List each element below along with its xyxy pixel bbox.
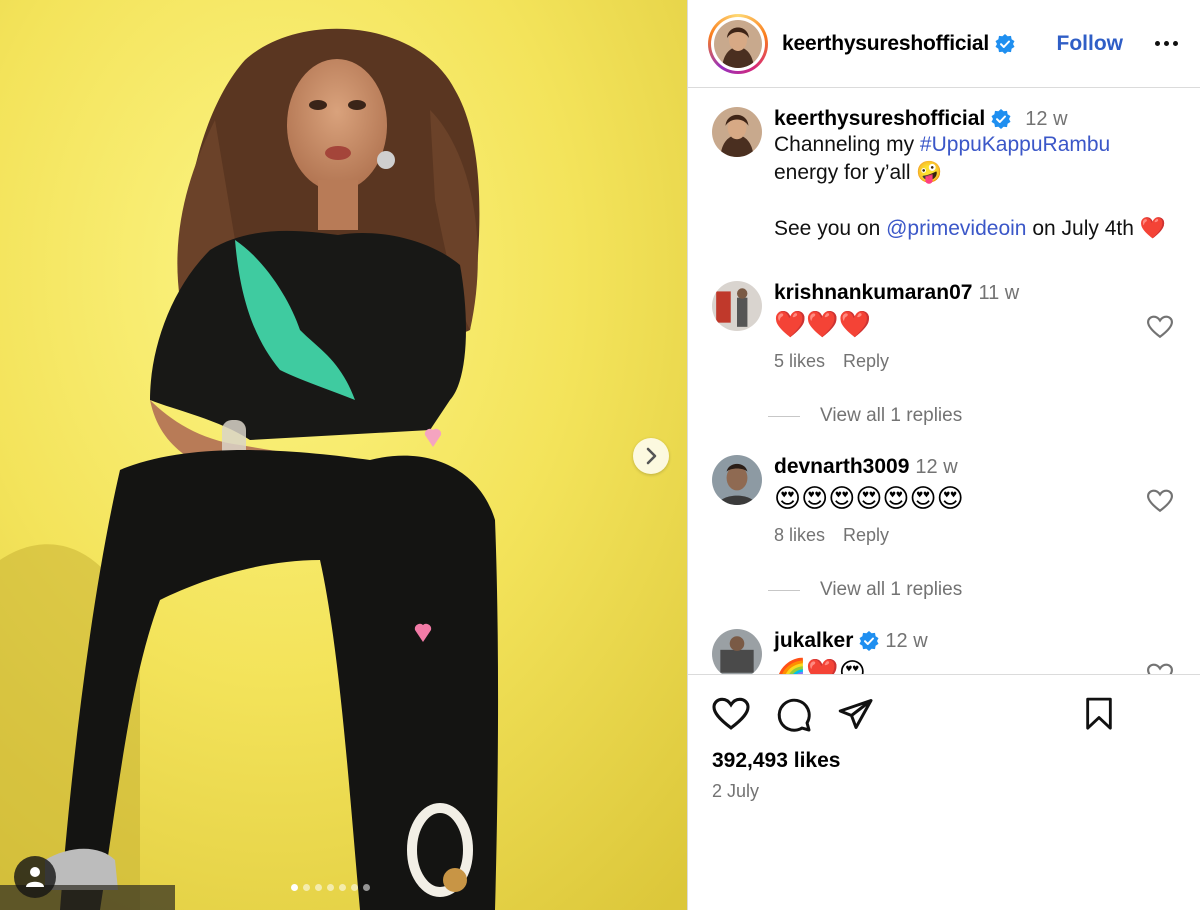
post-header: keerthysureshofficial Follow xyxy=(688,0,1200,88)
caption-time[interactable]: 12 w xyxy=(1025,108,1067,131)
post-side-panel: keerthysureshofficial Follow keerthysure… xyxy=(687,0,1200,910)
view-replies[interactable]: View all 1 replies xyxy=(768,579,962,601)
heart-icon[interactable] xyxy=(712,697,750,731)
commenter-avatar[interactable] xyxy=(712,455,762,505)
comment: jukalker 12 w 🌈❤️😍 xyxy=(712,629,1184,674)
comment-likes[interactable]: 8 likes xyxy=(774,525,825,546)
comment-icon[interactable] xyxy=(776,697,812,733)
instagram-post: keerthysureshofficial Follow keerthysure… xyxy=(0,0,1200,910)
more-icon[interactable] xyxy=(1155,33,1178,54)
view-replies-label[interactable]: View all 1 replies xyxy=(820,405,962,427)
comment-likes[interactable]: 5 likes xyxy=(774,351,825,372)
author-username[interactable]: keerthysureshofficial xyxy=(782,32,989,56)
author-story-ring[interactable] xyxy=(708,13,768,74)
caption-line: energy for y’all 🤪 xyxy=(774,161,943,184)
comment-text: 😍😍😍😍😍😍😍 xyxy=(774,483,964,513)
caption-text-part: See you on xyxy=(774,217,887,240)
hashtag-link[interactable]: #UppuKappuRambu xyxy=(920,133,1110,156)
reply-button[interactable]: Reply xyxy=(843,351,889,372)
commenter-avatar[interactable] xyxy=(712,629,762,674)
post-photo[interactable] xyxy=(0,0,687,910)
carousel-indicator xyxy=(291,884,370,891)
carousel-dot xyxy=(351,884,358,891)
carousel-dot xyxy=(315,884,322,891)
mention-link[interactable]: @primevideoin xyxy=(886,217,1026,240)
comment: krishnankumaran07 11 w ❤️❤️❤️ 5 likes Rep… xyxy=(712,281,1184,372)
carousel-dot xyxy=(363,884,370,891)
carousel-dot xyxy=(339,884,346,891)
chevron-right-icon xyxy=(646,447,657,465)
verified-badge-icon xyxy=(859,631,879,651)
comment-time[interactable]: 12 w xyxy=(885,630,927,653)
view-replies[interactable]: View all 1 replies xyxy=(768,405,962,427)
bookmark-icon[interactable] xyxy=(1084,697,1114,731)
verified-badge-icon xyxy=(995,33,1015,54)
comment-time[interactable]: 12 w xyxy=(915,456,957,478)
comment-text: ❤️❤️❤️ xyxy=(774,309,872,339)
likes-count[interactable]: 392,493 likes xyxy=(712,749,840,773)
share-icon[interactable] xyxy=(838,697,874,731)
carousel-dot xyxy=(327,884,334,891)
caption: keerthysureshofficial 12 w Channeling my… xyxy=(712,107,1184,243)
verified-badge-icon xyxy=(991,109,1011,129)
comment: devnarth3009 12 w 😍😍😍😍😍😍😍 8 likes Reply xyxy=(712,455,1184,546)
post-actions: 392,493 likes 2 July xyxy=(688,674,1200,910)
comment-username[interactable]: devnarth3009 xyxy=(774,455,909,478)
user-tag-icon xyxy=(26,867,44,887)
commenter-avatar[interactable] xyxy=(712,281,762,331)
carousel-dot xyxy=(303,884,310,891)
reply-button[interactable]: Reply xyxy=(843,525,889,546)
caption-text-part: on July 4th ❤️ xyxy=(1026,217,1166,240)
heart-icon[interactable] xyxy=(1147,489,1173,513)
follow-button[interactable]: Follow xyxy=(1057,32,1124,56)
comment-time[interactable]: 11 w xyxy=(978,282,1019,304)
post-image xyxy=(0,0,687,910)
carousel-dot xyxy=(291,884,298,891)
comments-section[interactable]: keerthysureshofficial 12 w Channeling my… xyxy=(688,89,1200,674)
tagged-users-button[interactable] xyxy=(14,856,56,898)
comment-text: 🌈❤️😍 xyxy=(774,657,866,674)
caption-text-part: Channeling my xyxy=(774,133,920,156)
view-replies-label[interactable]: View all 1 replies xyxy=(820,579,962,601)
heart-icon[interactable] xyxy=(1147,315,1173,339)
author-avatar[interactable] xyxy=(712,107,762,157)
author-avatar xyxy=(714,19,762,68)
next-slide-button[interactable] xyxy=(633,438,669,474)
post-date[interactable]: 2 July xyxy=(712,781,759,802)
caption-username[interactable]: keerthysureshofficial xyxy=(774,107,985,131)
comment-username[interactable]: krishnankumaran07 xyxy=(774,281,972,304)
comment-username[interactable]: jukalker xyxy=(774,629,853,653)
caption-text: Channeling my #UppuKappuRambu energy for… xyxy=(774,131,1184,243)
heart-icon[interactable] xyxy=(1147,663,1173,674)
